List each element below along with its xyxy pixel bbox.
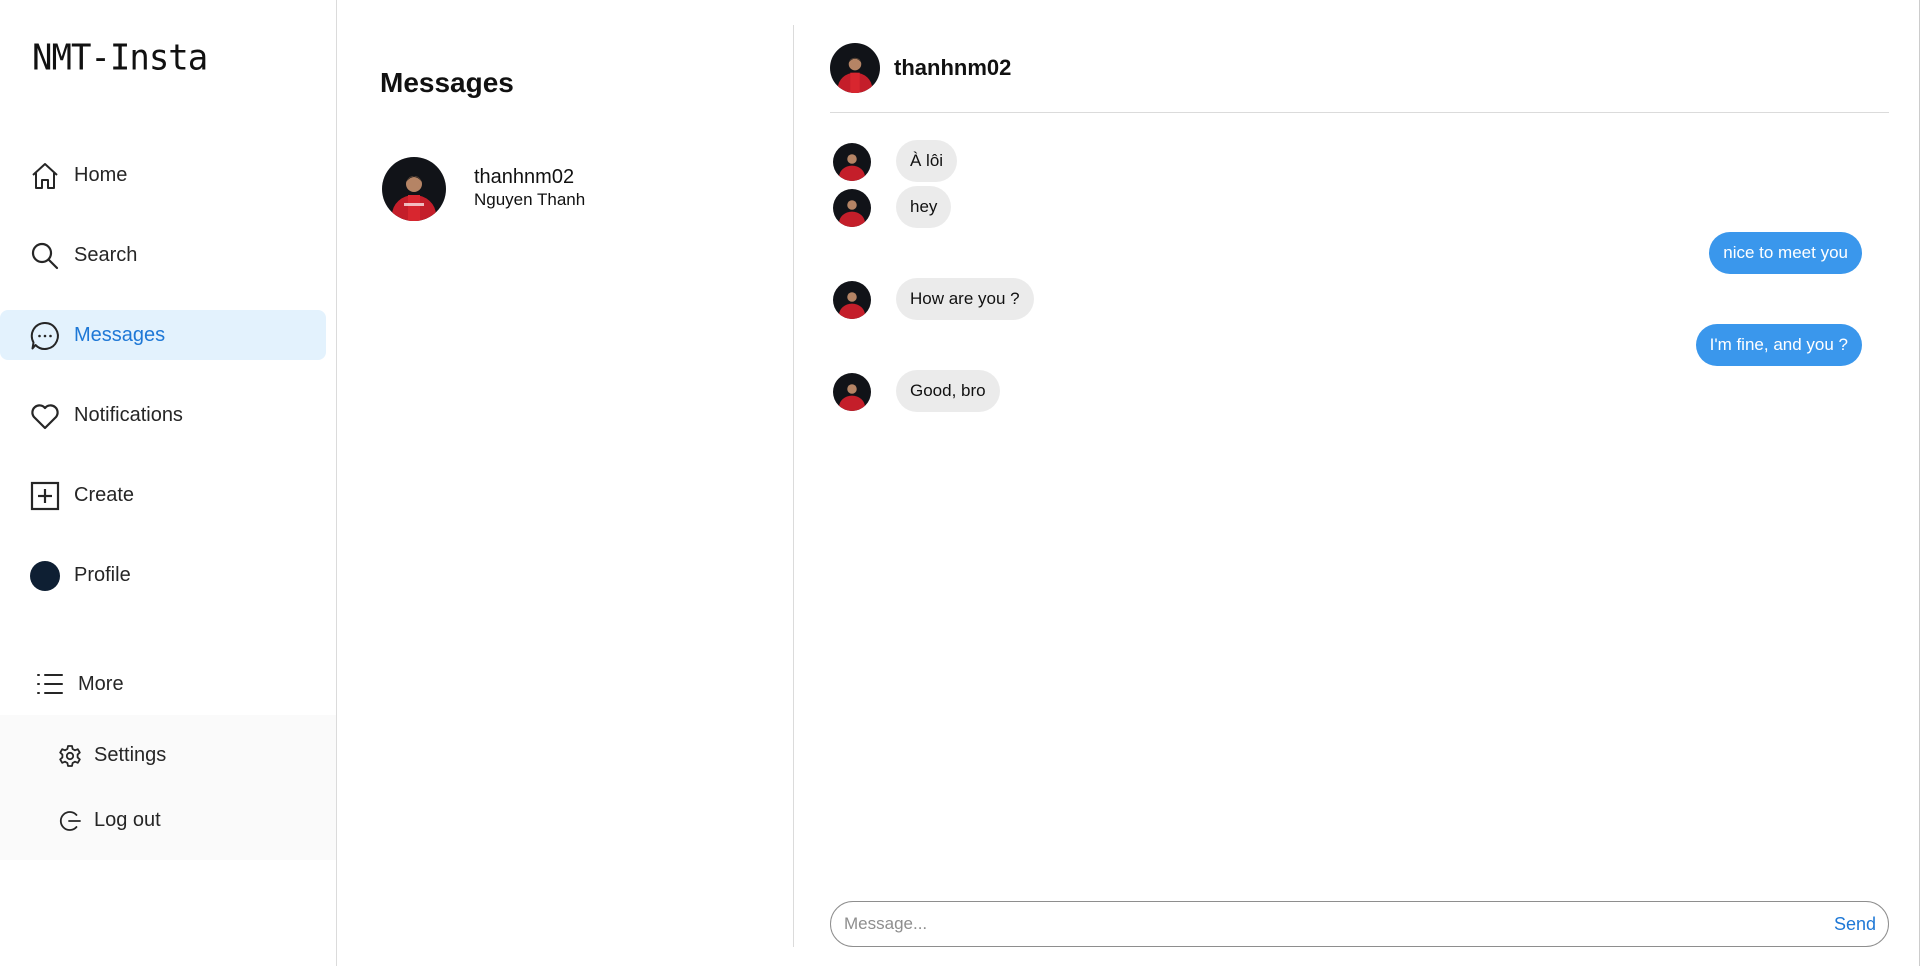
message-bubble: How are you ? <box>896 278 1034 320</box>
conversation-username: thanhnm02 <box>474 166 575 188</box>
gear-icon <box>58 744 82 768</box>
app-logo[interactable]: NMT-Insta <box>32 37 208 79</box>
page-title: Messages <box>380 67 514 98</box>
menu-item-label: Settings <box>94 743 167 766</box>
sidebar-item-search[interactable]: Search <box>0 230 326 280</box>
sidebar-item-notifications[interactable]: Notifications <box>0 390 326 440</box>
message-bubble: I'm fine, and you ? <box>1695 324 1862 366</box>
sidebar-item-label: More <box>78 672 124 695</box>
sidebar-item-label: Create <box>74 483 135 506</box>
sidebar-item-label: Search <box>74 243 138 266</box>
menu-item-logout[interactable]: Log out <box>0 795 336 845</box>
send-button[interactable]: Send <box>1834 914 1876 935</box>
avatar <box>833 281 871 319</box>
message-bubble: Good, bro <box>896 370 1000 412</box>
message-bubble: À lôi <box>896 140 958 182</box>
sidebar-item-label: Home <box>74 163 128 186</box>
logout-icon <box>58 809 82 833</box>
home-icon <box>29 160 61 192</box>
sidebar-item-profile[interactable]: Profile <box>0 550 326 600</box>
message-input[interactable] <box>844 908 1784 940</box>
heart-icon <box>29 400 61 432</box>
message-composer: Send <box>830 901 1889 947</box>
message-bubble: nice to meet you <box>1709 232 1862 274</box>
avatar <box>833 189 871 227</box>
sidebar-item-label: Notifications <box>74 403 183 426</box>
chat-username[interactable]: thanhnm02 <box>894 55 1011 81</box>
avatar <box>833 143 871 181</box>
conversation-fullname: Nguyen Thanh <box>474 190 586 209</box>
conversation-panel: Messages thanhnm02 Nguyen Thanh <box>338 0 793 966</box>
conversation-item[interactable]: thanhnm02 Nguyen Thanh <box>380 150 780 230</box>
sidebar-item-messages[interactable]: Messages <box>0 310 326 360</box>
menu-item-settings[interactable]: Settings <box>0 730 336 780</box>
plus-square-icon <box>29 480 61 512</box>
avatar <box>382 157 446 221</box>
more-menu: Settings Log out <box>0 715 336 860</box>
chat-header: thanhnm02 <box>830 43 1889 113</box>
panel-divider <box>793 25 794 947</box>
sidebar-item-home[interactable]: Home <box>0 150 326 200</box>
avatar[interactable] <box>830 43 880 93</box>
menu-list-icon <box>36 670 64 698</box>
messages-icon <box>29 320 61 352</box>
avatar <box>833 373 871 411</box>
sidebar-item-create[interactable]: Create <box>0 470 326 520</box>
profile-avatar <box>29 560 61 592</box>
sidebar: NMT-Insta Home Search Messages Notificat… <box>0 0 337 966</box>
sidebar-item-label: Profile <box>74 563 131 586</box>
sidebar-item-more[interactable]: More <box>0 660 336 708</box>
message-bubble: hey <box>896 186 952 228</box>
sidebar-item-label: Messages <box>74 323 166 346</box>
menu-item-label: Log out <box>94 808 161 831</box>
search-icon <box>29 240 61 272</box>
app-root: NMT-Insta Home Search Messages Notificat… <box>0 0 1920 966</box>
